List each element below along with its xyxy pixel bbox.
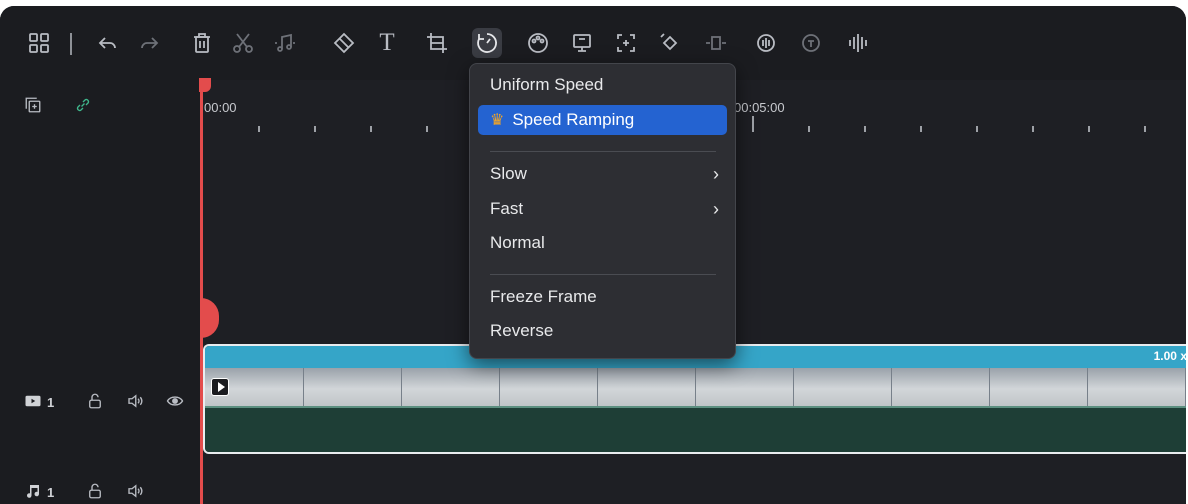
ruler-tick bbox=[808, 126, 810, 132]
toolbar-divider bbox=[70, 33, 72, 55]
ruler-tick-major bbox=[752, 116, 754, 132]
ruler-tick bbox=[920, 126, 922, 132]
freeze-icon[interactable] bbox=[567, 28, 597, 58]
chevron-right-icon: › bbox=[713, 164, 719, 184]
menu-item-label: Freeze Frame bbox=[490, 287, 597, 306]
menu-item-freeze-frame[interactable]: Freeze Frame bbox=[478, 282, 727, 312]
menu-separator bbox=[490, 274, 716, 275]
ruler-tick bbox=[1144, 126, 1146, 132]
ruler-tick bbox=[314, 126, 316, 132]
link-icon[interactable] bbox=[74, 96, 92, 119]
menu-item-uniform-speed[interactable]: Uniform Speed bbox=[478, 70, 727, 100]
thumbnail-frame bbox=[597, 368, 696, 406]
speed-icon[interactable] bbox=[472, 28, 502, 58]
menu-item-normal[interactable]: Normal bbox=[478, 228, 727, 258]
audio-track-number: 1 bbox=[47, 485, 55, 500]
menu-item-fast[interactable]: Fast › bbox=[478, 194, 727, 224]
audio-waveform-icon[interactable] bbox=[843, 28, 873, 58]
menu-separator bbox=[490, 151, 716, 152]
chevron-right-icon: › bbox=[713, 199, 719, 219]
clip-audio-waveform bbox=[205, 406, 1186, 452]
timecode-5min: 00:05:00 bbox=[734, 100, 785, 115]
menu-item-label: Uniform Speed bbox=[490, 75, 604, 94]
text-icon[interactable]: T bbox=[372, 28, 402, 58]
menu-item-label: Fast bbox=[490, 199, 524, 218]
add-track-icon[interactable] bbox=[24, 96, 42, 119]
menu-item-label: Speed Ramping bbox=[512, 110, 635, 129]
thumbnail-frame bbox=[499, 368, 598, 406]
menu-item-slow[interactable]: Slow › bbox=[478, 159, 727, 189]
transition-icon[interactable] bbox=[701, 28, 731, 58]
clip-thumbnails bbox=[205, 368, 1186, 406]
thumbnail-frame bbox=[793, 368, 892, 406]
zoom-icon[interactable] bbox=[611, 28, 641, 58]
clip-speed-label: 1.00 x bbox=[1153, 349, 1186, 363]
layout-icon[interactable] bbox=[24, 28, 54, 58]
clip-play-icon[interactable] bbox=[211, 378, 229, 396]
menu-item-label: Reverse bbox=[490, 321, 554, 340]
volume-icon[interactable] bbox=[126, 392, 144, 415]
menu-item-label: Slow bbox=[490, 164, 527, 183]
ruler-tick bbox=[864, 126, 866, 132]
music-track-icon bbox=[24, 482, 42, 504]
menu-item-label: Normal bbox=[490, 233, 545, 252]
crown-icon: ♛ bbox=[490, 112, 505, 129]
crop-icon[interactable] bbox=[422, 28, 452, 58]
playhead-top[interactable] bbox=[199, 78, 211, 92]
playhead[interactable] bbox=[199, 78, 219, 504]
tts-icon[interactable] bbox=[796, 28, 826, 58]
thumbnail-frame bbox=[891, 368, 990, 406]
redo-icon[interactable] bbox=[134, 28, 164, 58]
audio-volume-icon[interactable] bbox=[126, 482, 144, 504]
editor-window: T 1 1 00:00 00:05:00 1.00 x Uniform Spee… bbox=[0, 6, 1186, 504]
delete-icon[interactable] bbox=[187, 28, 217, 58]
playhead-handle[interactable] bbox=[201, 298, 219, 338]
cut-icon[interactable] bbox=[228, 28, 258, 58]
eye-icon[interactable] bbox=[166, 392, 184, 415]
thumbnail-frame bbox=[401, 368, 500, 406]
ruler-tick bbox=[1088, 126, 1090, 132]
video-clip[interactable]: 1.00 x bbox=[203, 344, 1186, 454]
audio-lock-icon[interactable] bbox=[86, 482, 104, 504]
lock-icon[interactable] bbox=[86, 392, 104, 415]
color-icon[interactable] bbox=[523, 28, 553, 58]
ruler-tick bbox=[258, 126, 260, 132]
ruler-tick bbox=[1032, 126, 1034, 132]
audio-split-icon[interactable] bbox=[270, 28, 300, 58]
tag-icon[interactable] bbox=[329, 28, 359, 58]
video-track-number: 1 bbox=[47, 395, 55, 410]
thumbnail-frame bbox=[989, 368, 1088, 406]
menu-item-reverse[interactable]: Reverse bbox=[478, 316, 727, 346]
thumbnail-frame bbox=[303, 368, 402, 406]
thumbnail-frame bbox=[1087, 368, 1186, 406]
ruler-tick bbox=[370, 126, 372, 132]
undo-icon[interactable] bbox=[93, 28, 123, 58]
timecode-start: 00:00 bbox=[204, 100, 237, 115]
video-track-icon bbox=[24, 392, 42, 415]
ruler-tick bbox=[426, 126, 428, 132]
track-header-panel: 1 1 bbox=[0, 80, 200, 504]
ai-icon[interactable] bbox=[751, 28, 781, 58]
keyframe-icon[interactable] bbox=[655, 28, 685, 58]
ruler-tick bbox=[976, 126, 978, 132]
menu-item-speed-ramping[interactable]: ♛ Speed Ramping bbox=[478, 105, 727, 135]
speed-menu: Uniform Speed ♛ Speed Ramping Slow › Fast ›… bbox=[469, 63, 736, 359]
thumbnail-frame bbox=[695, 368, 794, 406]
